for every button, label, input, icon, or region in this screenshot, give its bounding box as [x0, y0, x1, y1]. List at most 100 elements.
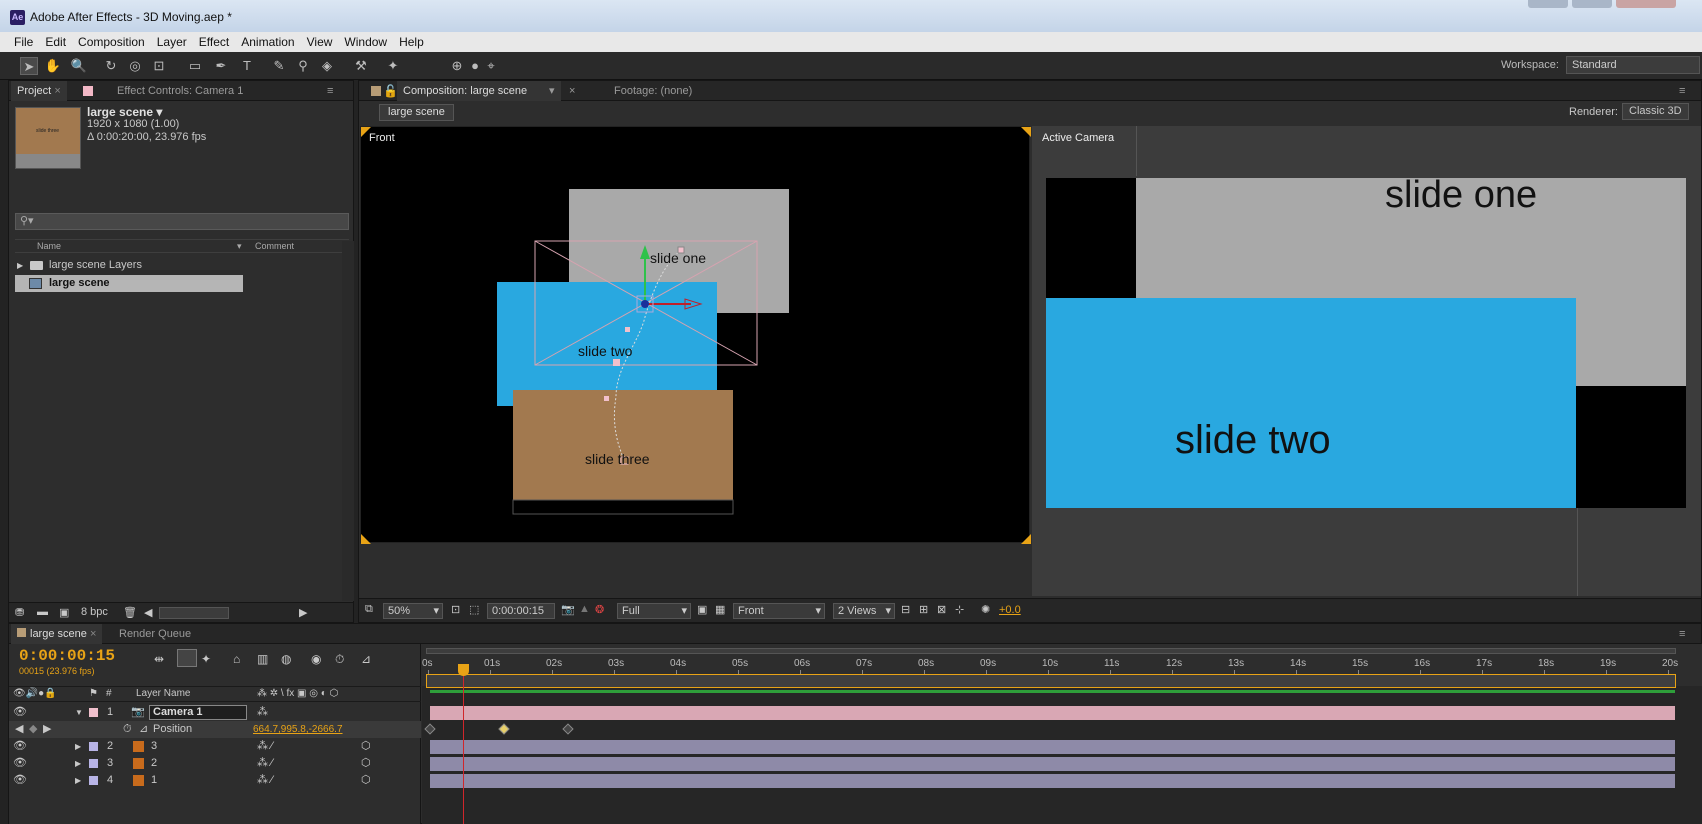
close-button[interactable]	[1616, 0, 1676, 8]
next-keyframe-icon[interactable]: ▶	[43, 721, 51, 738]
workspace-dropdown[interactable]: Standard	[1566, 56, 1700, 74]
playhead-handle[interactable]	[458, 664, 469, 676]
panel-menu-icon[interactable]: ≡	[1679, 81, 1685, 101]
exposure-value[interactable]: +0.0	[999, 604, 1021, 616]
keyframe-selected[interactable]	[498, 723, 510, 735]
layer-label-color[interactable]	[89, 742, 98, 751]
layer-name[interactable]: 1	[151, 772, 157, 789]
collapse-triangle-icon[interactable]: ▼	[75, 704, 83, 721]
3d-layer-icon[interactable]: ⬡	[361, 755, 371, 772]
layer-label-color[interactable]	[89, 759, 98, 768]
visibility-eye-icon[interactable]: 👁	[13, 772, 27, 789]
always-preview-icon[interactable]: ⧉	[365, 603, 373, 616]
transparency-grid-icon[interactable]: ▦	[715, 603, 725, 616]
selection-tool-icon[interactable]: ➤	[20, 57, 38, 75]
camera-anchor-point[interactable]	[641, 300, 649, 308]
hand-tool-icon[interactable]: ✋	[44, 57, 62, 75]
property-row-position[interactable]: ◀ ◆ ▶ ⏱ ⊿ Position 664.7,995.8,-2666.7	[9, 721, 421, 738]
playhead-line[interactable]	[463, 668, 464, 824]
scroll-right-icon[interactable]: ▶	[299, 606, 307, 619]
shy-switch-icon[interactable]: ⁂ ⁄	[257, 755, 273, 772]
close-icon[interactable]: ×	[569, 81, 575, 101]
rotation-tool-icon[interactable]: ↻	[102, 57, 120, 75]
work-area-bar[interactable]	[426, 674, 1676, 688]
layer-name[interactable]: 2	[151, 755, 157, 772]
keyframe[interactable]	[424, 723, 436, 735]
switches-icon[interactable]: ⁂ ✲ \ fx ▣ ◎ ◐ ⬡	[257, 687, 338, 701]
menu-help[interactable]: Help	[393, 32, 430, 52]
new-composition-icon[interactable]: ▣	[59, 606, 69, 619]
tab-effect-controls[interactable]: Effect Controls: Camera 1	[117, 81, 243, 101]
color-channels-icon[interactable]: ❂	[595, 603, 604, 616]
layer-3-bar[interactable]	[430, 740, 1675, 754]
menu-layer[interactable]: Layer	[151, 32, 193, 52]
add-keyframe-icon[interactable]: ◆	[29, 721, 37, 738]
project-item-folder[interactable]: ▶ large scene Layers	[15, 257, 325, 274]
timeline-icon[interactable]: ⊠	[937, 603, 946, 616]
timecode-field[interactable]: 0:00:00:15	[487, 603, 555, 619]
visibility-eye-icon[interactable]: 👁	[13, 704, 27, 721]
view-axis-icon[interactable]: ⌖	[482, 57, 500, 75]
label-icon[interactable]: ⚑	[89, 687, 98, 701]
menu-window[interactable]: Window	[338, 32, 393, 52]
layer-row-camera[interactable]: 👁 ▼ 1 📷 Camera 1 ⁂	[9, 704, 421, 721]
column-name[interactable]: Name	[37, 241, 61, 251]
draft-3d-icon[interactable]: ✦	[201, 652, 211, 666]
local-axis-icon[interactable]: ⊕	[448, 57, 466, 75]
roto-brush-tool-icon[interactable]: ⚒	[352, 57, 370, 75]
view-dropdown[interactable]: Front ▾	[733, 603, 825, 619]
position-value[interactable]: 664.7,995.8,-2666.7	[253, 721, 343, 738]
track-camera-tool-icon[interactable]: ⊡	[150, 57, 168, 75]
layer-label-color[interactable]	[89, 708, 98, 717]
fast-preview-icon[interactable]: ▣	[697, 603, 707, 616]
visibility-eye-icon[interactable]: 👁	[13, 738, 27, 755]
tab-composition[interactable]: Composition: large scene	[397, 81, 561, 101]
tab-footage[interactable]: Footage: (none)	[614, 81, 692, 101]
stopwatch-icon[interactable]: ⏱	[123, 721, 132, 738]
column-comment[interactable]: Comment	[255, 241, 294, 251]
trash-icon[interactable]: 🗑	[123, 606, 137, 619]
motion-blur-icon[interactable]: ◍	[281, 652, 291, 666]
panel-menu-icon[interactable]: ≡	[1679, 624, 1685, 644]
flowchart-icon[interactable]: ⊹	[955, 603, 964, 616]
auto-keyframe-icon[interactable]: ⏱	[335, 652, 344, 667]
brainstorm-icon[interactable]: ◉	[311, 652, 321, 666]
project-item-composition[interactable]: large scene	[15, 275, 243, 292]
layer-row-1[interactable]: 👁 ▶ 4 1 ⁂ ⁄ ⬡	[9, 772, 421, 789]
menu-animation[interactable]: Animation	[235, 32, 300, 52]
bit-depth-label[interactable]: 8 bpc	[81, 606, 108, 618]
show-snapshot-icon[interactable]: ▲	[579, 603, 590, 615]
keyframe-handle[interactable]	[604, 396, 609, 401]
clone-stamp-tool-icon[interactable]: ⚲	[294, 57, 312, 75]
eraser-tool-icon[interactable]: ◈	[318, 57, 336, 75]
renderer-button[interactable]: Classic 3D	[1622, 103, 1689, 120]
shy-switch-icon[interactable]: ⁂	[257, 704, 268, 721]
fit-icon[interactable]: ⊡	[451, 603, 460, 616]
shy-layers-icon[interactable]: ⌂	[233, 652, 240, 666]
menu-file[interactable]: File	[8, 32, 39, 52]
brush-tool-icon[interactable]: ✎	[270, 57, 288, 75]
close-icon[interactable]: ×	[90, 628, 96, 640]
project-scrollbar[interactable]	[342, 241, 354, 601]
column-number[interactable]: #	[106, 687, 112, 701]
fast-previews-icon[interactable]: ⊞	[919, 603, 928, 616]
layer-row-2[interactable]: 👁 ▶ 3 2 ⁂ ⁄ ⬡	[9, 755, 421, 772]
layer-2-bar[interactable]	[430, 757, 1675, 771]
panel-menu-icon[interactable]: ≡	[327, 81, 333, 101]
menu-effect[interactable]: Effect	[193, 32, 235, 52]
menu-view[interactable]: View	[301, 32, 339, 52]
menu-edit[interactable]: Edit	[39, 32, 72, 52]
exposure-icon[interactable]: ✺	[981, 603, 990, 616]
column-layer-name[interactable]: Layer Name	[136, 687, 190, 701]
comp-mini-flowchart-icon[interactable]: ⇹	[154, 652, 164, 666]
project-search-input[interactable]: ⚲▾	[15, 213, 349, 230]
orbit-camera-tool-icon[interactable]: ◎	[126, 57, 144, 75]
shy-switch-icon[interactable]: ⁂ ⁄	[257, 772, 273, 789]
expand-triangle-icon[interactable]: ▶	[75, 772, 81, 789]
minimize-button[interactable]	[1528, 0, 1568, 8]
expand-triangle-icon[interactable]: ▶	[75, 738, 81, 755]
prev-keyframe-icon[interactable]: ◀	[15, 721, 23, 738]
project-h-scrollbar[interactable]	[159, 607, 229, 619]
time-navigator[interactable]	[426, 648, 1676, 654]
sort-chevron-icon[interactable]: ▾	[237, 241, 242, 252]
